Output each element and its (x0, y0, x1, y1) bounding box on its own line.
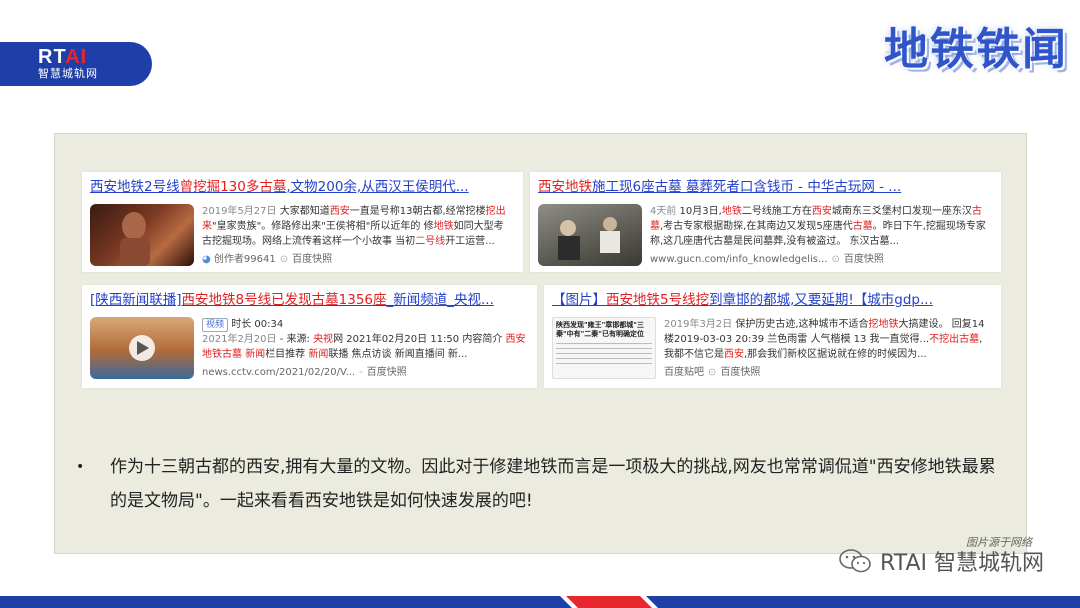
title-reflection: 地铁铁闻 (884, 31, 1068, 62)
result-thumbnail[interactable] (538, 204, 642, 266)
snapshot-link[interactable]: 百度快照 (720, 367, 760, 378)
bullet-text: 作为十三朝古都的西安,拥有大量的文物。因此对于修建地铁而言是一项极大的挑战,网友… (110, 457, 996, 511)
result-snippet: 2019年3月2日 保护历史古迹,这种城市不适合挖地铁大搞建设。 回复14楼20… (656, 317, 991, 380)
watermark: RTAI 智慧城轨网 (838, 545, 1044, 577)
thumbnail-body-lines (556, 343, 652, 365)
search-result-card[interactable]: 西安地铁施工现6座古墓 墓葬死者口含钱币 - 中华古玩网 - ... 4天前 1… (530, 172, 1001, 272)
article-thumbnail[interactable]: 陕西发现"雍王"章邯都城"三秦"中有"二秦"已有明确定位 (552, 317, 656, 379)
watermark-text: RTAI 智慧城轨网 (880, 551, 1044, 576)
logo-mark: RTAI (38, 46, 88, 68)
result-meta: ◕ 创作者99641 ⊙ 百度快照 (202, 254, 333, 265)
footer-stripes (0, 590, 1080, 608)
result-meta: news.cctv.com/2021/02/20/V... - 百度快照 (202, 367, 407, 378)
wechat-icon (839, 549, 871, 573)
snapshot-icon: ⊙ (279, 254, 289, 265)
excavation-image (558, 217, 620, 260)
snapshot-link[interactable]: 百度快照 (292, 254, 332, 265)
result-meta: 百度贴吧 ⊙ 百度快照 (664, 367, 761, 378)
snapshot-link[interactable]: 百度快照 (844, 254, 884, 265)
result-title-link[interactable]: 【图片】西安地铁5号线挖到章邯的都城,又要延期!【城市gdp... (552, 291, 993, 309)
result-snippet: 视频 时长 00:34 2021年2月20日 - 来源: 央视网 2021年02… (194, 317, 529, 380)
play-icon[interactable] (90, 317, 194, 379)
snapshot-icon: ⊙ (831, 254, 840, 265)
snapshot-link[interactable]: 百度快照 (367, 367, 407, 378)
terracotta-image (120, 212, 150, 266)
thumbnail-caption: 陕西发现"雍王"章邯都城"三秦"中有"二秦"已有明确定位 (556, 321, 644, 338)
brand-logo: RTAI 智慧城轨网 (0, 42, 152, 86)
result-thumbnail[interactable] (90, 204, 194, 266)
result-title-link[interactable]: 西安地铁施工现6座古墓 墓葬死者口含钱币 - 中华古玩网 - ... (538, 178, 993, 196)
video-thumbnail[interactable] (90, 317, 194, 379)
snapshot-icon: ⊙ (708, 367, 717, 378)
result-meta: www.gucn.com/info_knowledgelis... ⊙ 百度快照 (650, 254, 884, 265)
search-result-card[interactable]: [陕西新闻联播]西安地铁8号线已发现古墓1356座_新闻频道_央视... 视频 … (82, 285, 537, 388)
video-duration: 时长 00:34 (231, 319, 284, 330)
search-result-card[interactable]: 【图片】西安地铁5号线挖到章邯的都城,又要延期!【城市gdp... 陕西发现"雍… (544, 285, 1001, 388)
result-title-link[interactable]: [陕西新闻联播]西安地铁8号线已发现古墓1356座_新闻频道_央视... (90, 291, 529, 309)
logo-subtitle: 智慧城轨网 (38, 67, 98, 80)
search-result-card[interactable]: 西安地铁2号线曾挖掘130多古墓,文物200余,从西汉王侯明代... 2019年… (82, 172, 523, 272)
video-tag: 视频 (202, 318, 229, 332)
bullet-marker: • (76, 459, 85, 475)
result-snippet: 2019年5月27日 大家都知道西安一直是号称13朝古都,经常挖楼挖出来"皇家贵… (194, 204, 509, 267)
result-snippet: 4天前 10月3日,地铁二号线施工方在西安城南东三爻堡村口发现一座东汉古墓,考古… (650, 206, 986, 265)
bullet-paragraph: • 作为十三朝古都的西安,拥有大量的文物。因此对于修建地铁而言是一项极大的挑战,… (76, 450, 1002, 518)
author-icon: ◕ (202, 254, 211, 265)
result-title-link[interactable]: 西安地铁2号线曾挖掘130多古墓,文物200余,从西汉王侯明代... (90, 178, 515, 196)
